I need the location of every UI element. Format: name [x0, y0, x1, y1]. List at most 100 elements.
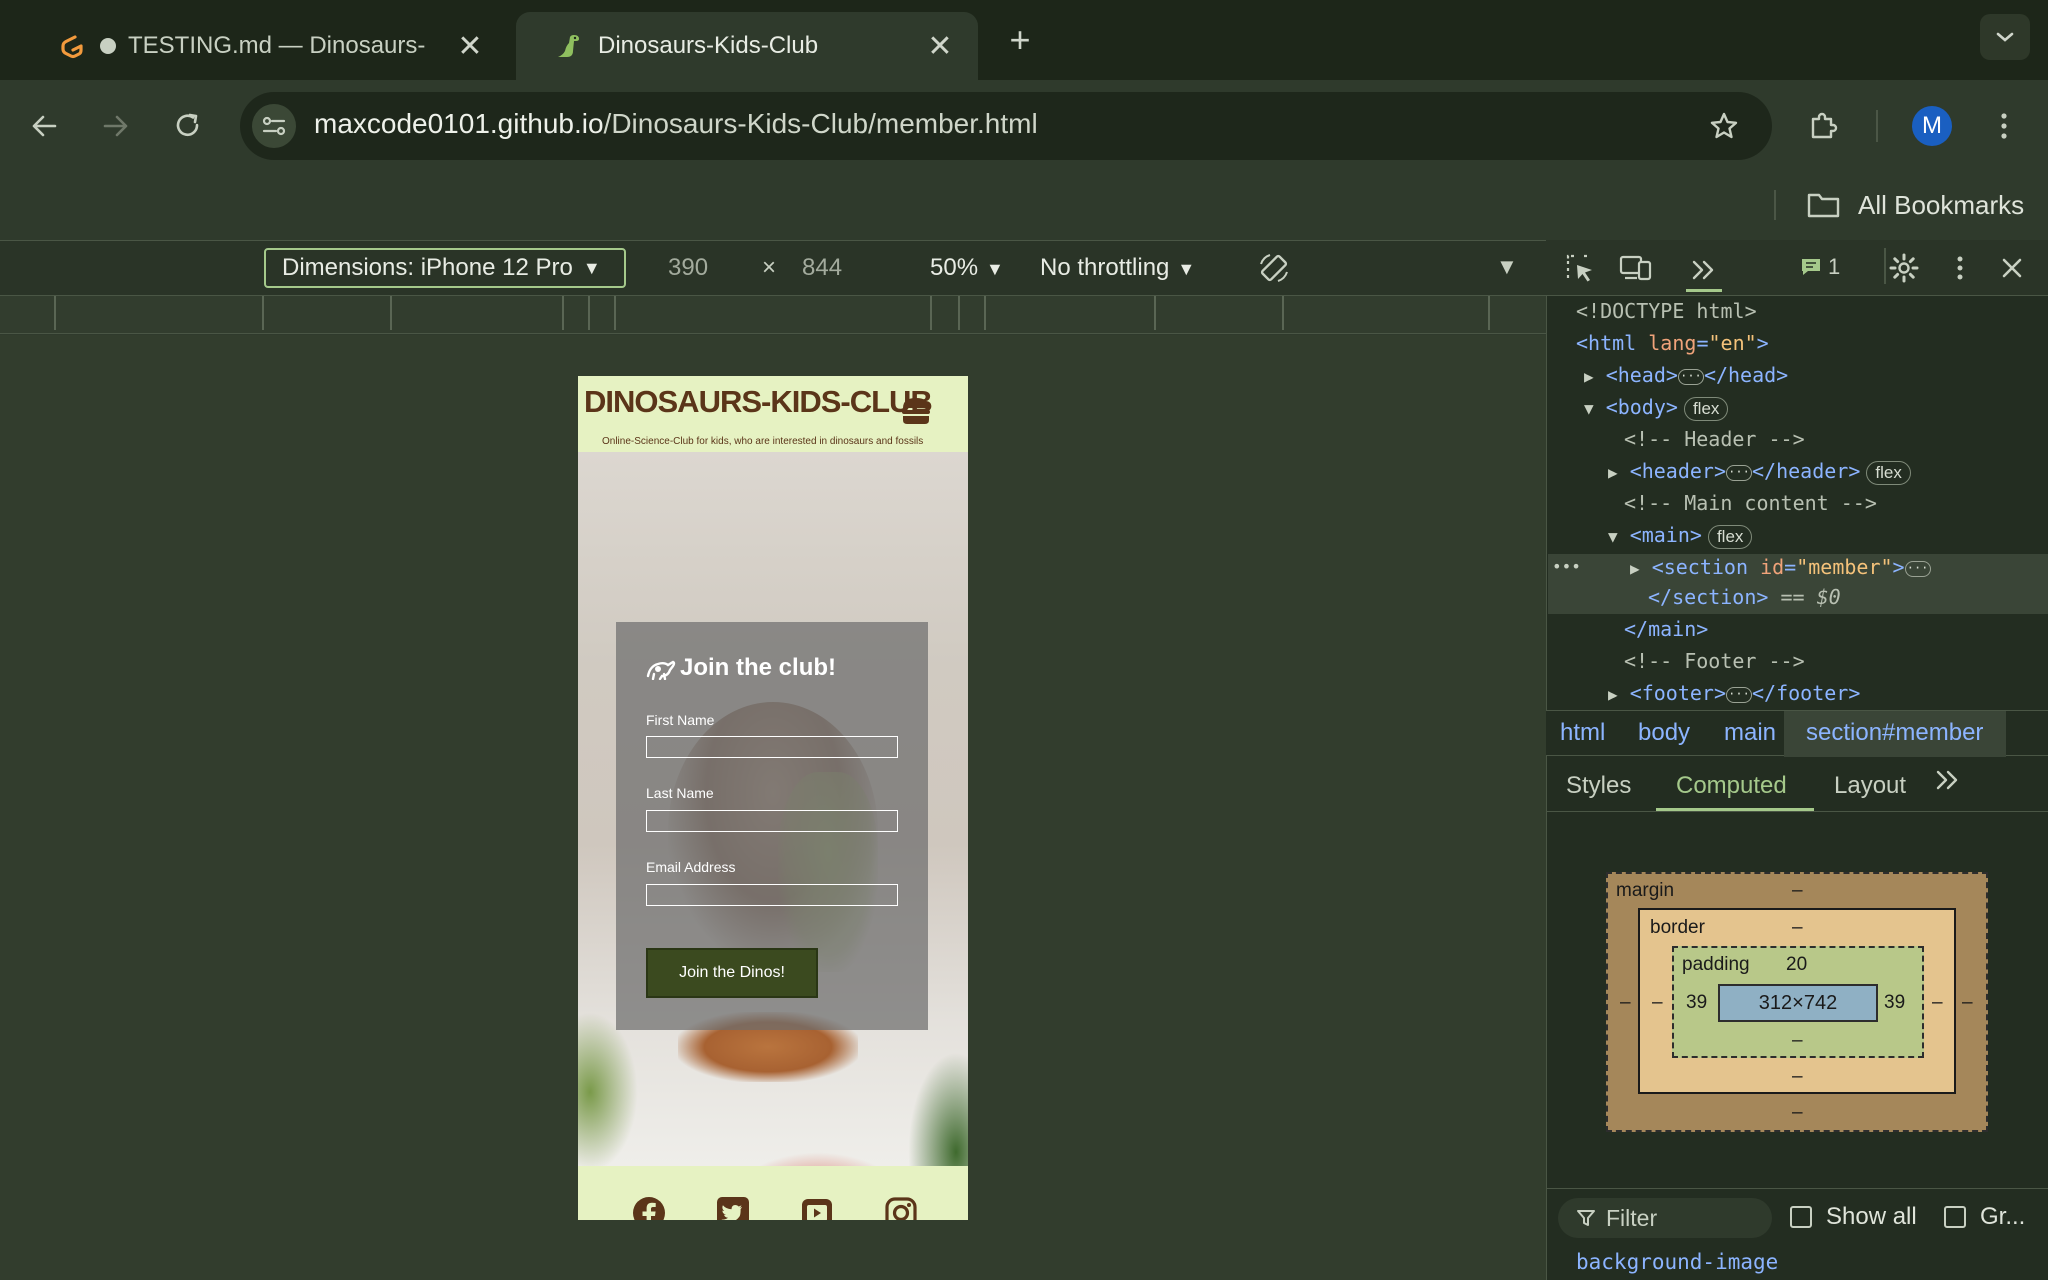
breadcrumb-body[interactable]: body: [1638, 719, 1690, 747]
dom-main-close[interactable]: </main>: [1624, 614, 1708, 644]
url-text[interactable]: maxcode0101.github.io/Dinosaurs-Kids-Clu…: [314, 108, 1038, 140]
show-all-checkbox[interactable]: [1790, 1206, 1812, 1228]
dom-html[interactable]: <html lang="en">: [1576, 328, 1769, 358]
tab-search-chevron-icon[interactable]: [1980, 14, 2030, 60]
first-name-label: First Name: [646, 712, 715, 728]
join-button[interactable]: Join the Dinos!: [646, 948, 818, 998]
youtube-icon[interactable]: [800, 1196, 834, 1220]
dom-body[interactable]: ▼ <body> flex: [1584, 392, 1729, 424]
facebook-icon[interactable]: [632, 1196, 666, 1220]
rotate-device-icon[interactable]: [1254, 248, 1294, 288]
kebab-menu-icon[interactable]: [1986, 104, 2022, 148]
throttling-select[interactable]: No throttling ▼: [1040, 254, 1195, 282]
folder-icon[interactable]: [1806, 190, 1842, 220]
tab-styles[interactable]: Styles: [1566, 772, 1631, 800]
collapse-triangle-icon[interactable]: ▼: [1608, 527, 1618, 546]
margin-bottom-value[interactable]: –: [1792, 1102, 1803, 1124]
media-query-marker: [984, 296, 986, 330]
expand-triangle-icon[interactable]: ▶: [1608, 463, 1618, 482]
back-arrow-icon[interactable]: [22, 106, 66, 146]
dinosaur-icon: [646, 660, 676, 680]
close-tab-icon[interactable]: ✕: [450, 26, 490, 66]
ellipsis-badge[interactable]: ···: [1726, 464, 1753, 481]
tab-title: TESTING.md — Dinosaurs-: [128, 32, 426, 59]
extensions-puzzle-icon[interactable]: [1802, 104, 1846, 148]
expand-triangle-icon[interactable]: ▶: [1630, 559, 1640, 578]
ellipsis-badge[interactable]: ···: [1726, 686, 1753, 703]
media-query-bar[interactable]: [0, 296, 1546, 334]
padding-right-value[interactable]: 39: [1884, 992, 1905, 1014]
settings-gear-icon[interactable]: [1886, 250, 1922, 286]
email-input[interactable]: [646, 884, 898, 906]
issues-counter[interactable]: 1: [1800, 254, 1840, 280]
inspect-element-icon[interactable]: [1562, 250, 1598, 286]
filter-input[interactable]: Filter: [1558, 1198, 1772, 1238]
devtools-menu-icon[interactable]: [1942, 250, 1978, 286]
flex-badge[interactable]: flex: [1683, 397, 1729, 421]
computed-property-name[interactable]: background-image: [1576, 1250, 1778, 1274]
dom-comment-footer[interactable]: <!-- Footer -->: [1624, 646, 1805, 676]
tab-dinosaurs-kids-club[interactable]: Dinosaurs-Kids-Club ✕: [516, 12, 978, 80]
first-name-input[interactable]: [646, 736, 898, 758]
viewport-height-input[interactable]: 844: [802, 254, 842, 282]
box-model-content[interactable]: 312×742: [1718, 984, 1878, 1022]
dom-comment-header[interactable]: <!-- Header -->: [1624, 424, 1805, 454]
hamburger-menu-icon[interactable]: [900, 396, 932, 426]
margin-left-value[interactable]: –: [1620, 992, 1631, 1014]
close-tab-icon[interactable]: ✕: [920, 26, 960, 66]
zoom-select[interactable]: 50% ▼: [930, 254, 1004, 282]
twitter-icon[interactable]: [716, 1196, 750, 1220]
tab-layout[interactable]: Layout: [1834, 772, 1906, 800]
reload-icon[interactable]: [166, 106, 210, 146]
dom-head[interactable]: ▶ <head> ··· </head>: [1584, 360, 1788, 392]
row-actions-ellipsis-icon[interactable]: •••: [1552, 552, 1581, 582]
expand-triangle-icon[interactable]: ▶: [1608, 685, 1618, 704]
instagram-icon[interactable]: [884, 1196, 918, 1220]
site-logo[interactable]: DINOSAURS-KIDS-CLUB: [584, 384, 933, 420]
viewport-width-input[interactable]: 390: [668, 254, 708, 282]
tab-computed[interactable]: Computed: [1676, 772, 1787, 800]
padding-bottom-value[interactable]: –: [1792, 1030, 1803, 1052]
group-label[interactable]: Gr...: [1980, 1203, 2025, 1231]
dom-doctype[interactable]: <!DOCTYPE html>: [1576, 296, 1757, 326]
expand-triangle-icon[interactable]: ▶: [1584, 367, 1594, 386]
border-left-value[interactable]: –: [1652, 992, 1663, 1014]
breadcrumb-main[interactable]: main: [1724, 719, 1776, 747]
ellipsis-badge[interactable]: ···: [1677, 368, 1704, 385]
dom-main[interactable]: ▼ <main> flex: [1608, 520, 1753, 552]
device-toggle-icon[interactable]: [1618, 250, 1654, 286]
flex-badge[interactable]: flex: [1866, 461, 1911, 485]
close-devtools-icon[interactable]: [1994, 250, 2030, 286]
device-dimensions-select[interactable]: Dimensions: iPhone 12 Pro ▼: [264, 248, 626, 288]
dom-comment-main[interactable]: <!-- Main content -->: [1624, 488, 1877, 518]
group-checkbox[interactable]: [1944, 1206, 1966, 1228]
border-top-value[interactable]: –: [1792, 917, 1803, 939]
all-bookmarks-label[interactable]: All Bookmarks: [1858, 190, 2024, 221]
padding-left-value[interactable]: 39: [1686, 992, 1707, 1014]
breadcrumb-section-member[interactable]: section#member: [1806, 719, 1983, 747]
dom-section-member[interactable]: ▶ <section id="member"> ···: [1630, 552, 1931, 584]
bookmark-star-icon[interactable]: [1702, 104, 1746, 148]
last-name-input[interactable]: [646, 810, 898, 832]
dom-section-close[interactable]: </section> == $0: [1648, 582, 1841, 612]
border-right-value[interactable]: –: [1932, 992, 1943, 1014]
dom-header[interactable]: ▶ <header> ··· </header> flex: [1608, 456, 1911, 488]
padding-top-value[interactable]: 20: [1786, 954, 1807, 976]
collapse-triangle-icon[interactable]: ▼: [1584, 399, 1594, 418]
border-bottom-value[interactable]: –: [1792, 1066, 1803, 1088]
tab-testing-md[interactable]: TESTING.md — Dinosaurs- ✕: [18, 12, 508, 80]
new-tab-icon[interactable]: +: [1000, 18, 1040, 62]
site-settings-icon[interactable]: [252, 104, 296, 148]
margin-right-value[interactable]: –: [1962, 992, 1973, 1014]
profile-avatar[interactable]: M: [1912, 106, 1952, 146]
breadcrumb-html[interactable]: html: [1560, 719, 1605, 747]
more-panels-icon[interactable]: [1686, 250, 1722, 292]
dom-footer[interactable]: ▶ <footer> ··· </footer>: [1608, 678, 1860, 710]
device-toolbar-more-icon[interactable]: ▼: [1496, 254, 1518, 280]
more-tabs-icon[interactable]: [1934, 768, 1962, 799]
ellipsis-badge[interactable]: ···: [1904, 560, 1931, 577]
forward-arrow-icon[interactable]: [94, 106, 138, 146]
flex-badge[interactable]: flex: [1707, 525, 1753, 549]
show-all-label[interactable]: Show all: [1826, 1203, 1917, 1231]
margin-top-value[interactable]: –: [1792, 880, 1803, 902]
